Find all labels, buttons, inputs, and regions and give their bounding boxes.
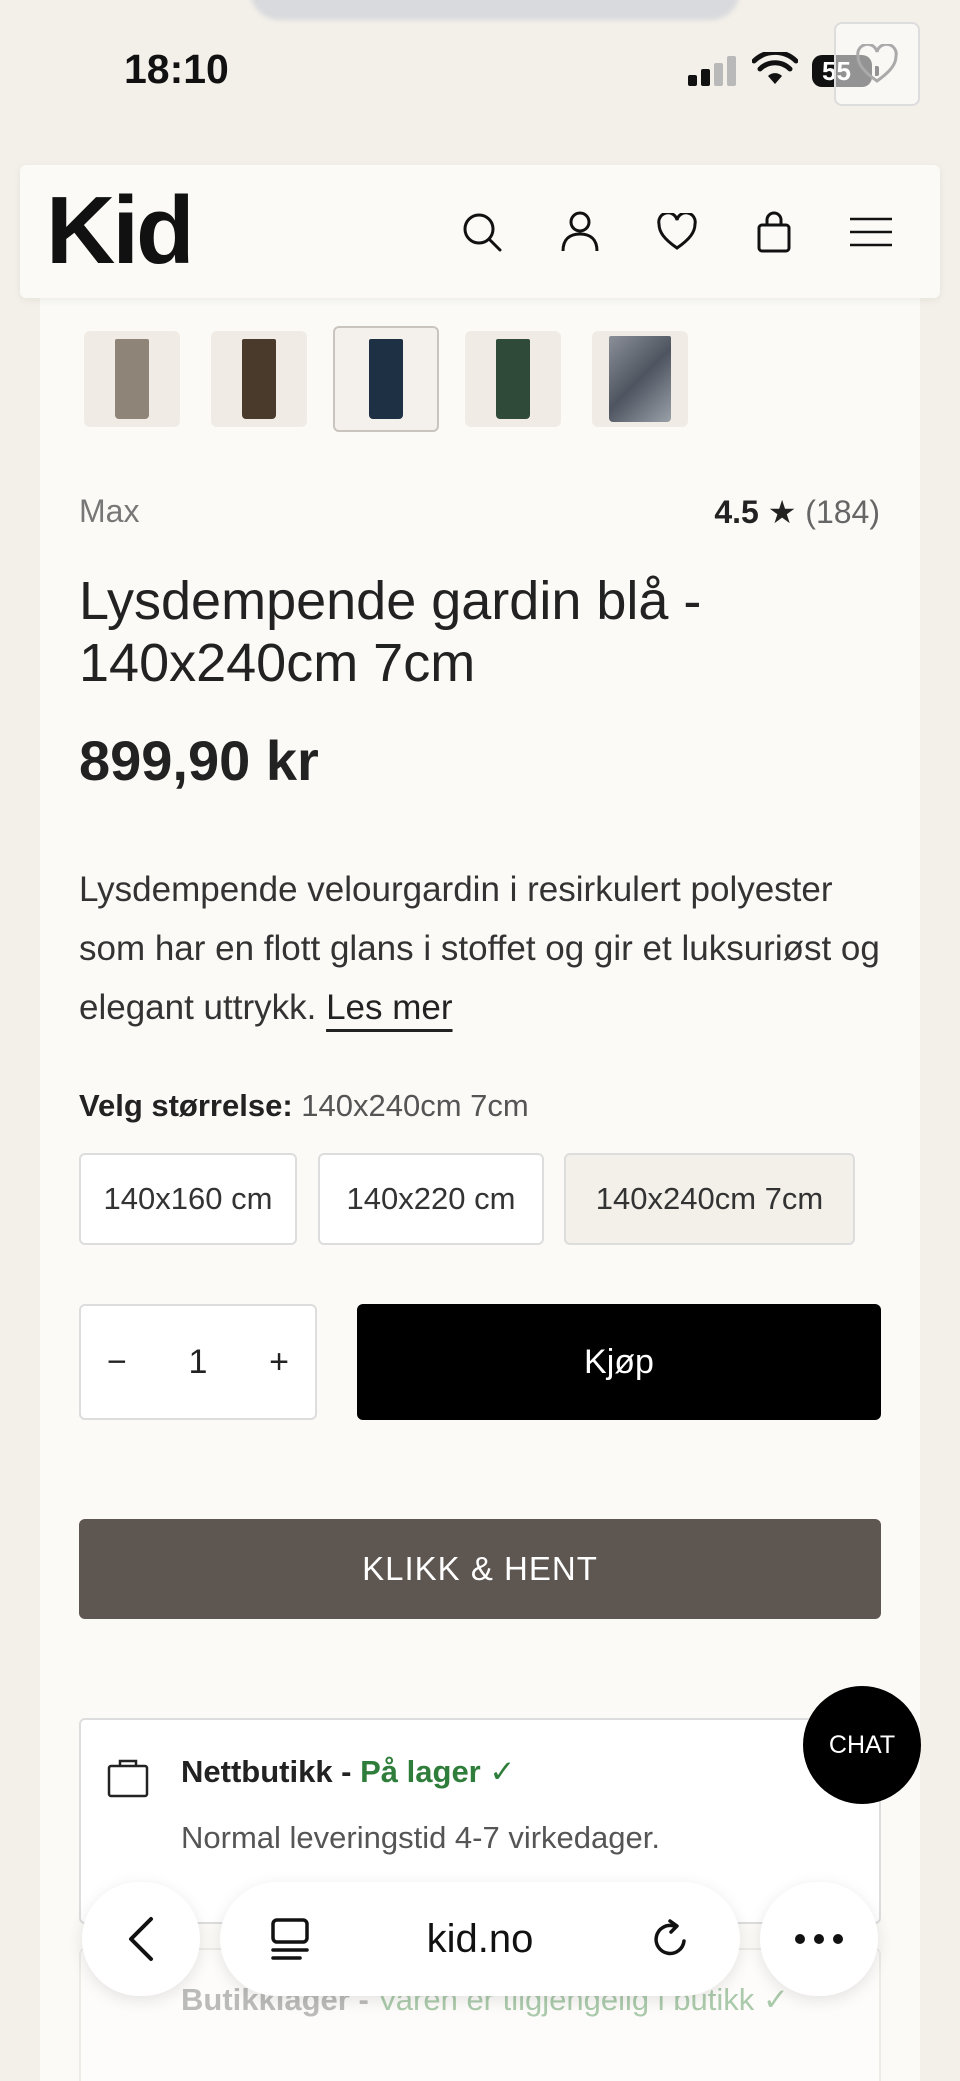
product-title: Lysdempende gardin blå - 140x240cm 7cm xyxy=(79,571,702,693)
buy-button[interactable]: Kjøp xyxy=(357,1304,881,1420)
browser-address-bar[interactable]: kid.no xyxy=(220,1882,740,1996)
account-button[interactable] xyxy=(555,207,605,257)
click-and-collect-button[interactable]: KLIKK & HENT xyxy=(79,1519,881,1619)
color-thumbnail-brown[interactable] xyxy=(211,331,307,427)
product-price: 899,90 kr xyxy=(79,729,319,792)
wifi-icon xyxy=(752,52,798,84)
reload-icon[interactable] xyxy=(650,1919,690,1959)
delivery-time-text: Normal leveringstid 4-7 virkedager. xyxy=(181,1820,660,1855)
size-option-140x220[interactable]: 140x220 cm xyxy=(318,1153,544,1245)
wishlist-button[interactable] xyxy=(652,207,702,257)
user-icon xyxy=(561,211,599,252)
background-blur xyxy=(250,0,740,20)
search-button[interactable] xyxy=(457,207,507,257)
size-label: Velg størrelse: 140x240cm 7cm xyxy=(79,1088,529,1124)
selected-size-text: 140x240cm 7cm xyxy=(301,1088,529,1123)
size-option-140x240-selected[interactable]: 140x240cm 7cm xyxy=(564,1153,855,1245)
quantity-stepper: − 1 + xyxy=(79,1304,317,1420)
status-time: 18:10 xyxy=(124,46,229,92)
heart-icon xyxy=(856,44,898,83)
online-store-label: Nettbutikk - xyxy=(181,1754,352,1789)
hamburger-menu-icon xyxy=(850,217,892,247)
url-text[interactable]: kid.no xyxy=(427,1917,534,1962)
search-icon xyxy=(463,213,502,252)
product-rating[interactable]: 4.5 ★ (184) xyxy=(714,493,880,531)
in-stock-status: På lager ✓ xyxy=(360,1754,516,1789)
color-thumbnail-green[interactable] xyxy=(465,331,561,427)
shopping-bag-icon xyxy=(757,211,791,253)
curtain-image xyxy=(369,339,403,419)
decrease-quantity-button[interactable]: − xyxy=(107,1343,127,1382)
heart-icon xyxy=(657,213,697,250)
online-stock-title: Nettbutikk - På lager ✓ xyxy=(181,1754,515,1790)
site-header: Kid xyxy=(20,165,940,298)
kid-logo[interactable]: Kid xyxy=(46,181,195,281)
curtain-image xyxy=(242,339,276,419)
increase-quantity-button[interactable]: + xyxy=(269,1343,289,1382)
browser-more-button[interactable] xyxy=(760,1882,878,1996)
chevron-left-icon xyxy=(129,1917,153,1961)
rating-value: 4.5 ★ xyxy=(714,494,797,530)
size-option-140x160[interactable]: 140x160 cm xyxy=(79,1153,297,1245)
shopping-bag-icon xyxy=(107,1759,149,1798)
curtain-image xyxy=(115,339,149,419)
color-thumbnail-blue-selected[interactable] xyxy=(333,326,439,432)
read-more-link[interactable]: Les mer xyxy=(326,988,452,1027)
color-thumbnail-beige[interactable] xyxy=(84,331,180,427)
fabric-image xyxy=(609,336,671,422)
chat-button[interactable]: CHAT xyxy=(803,1686,921,1804)
tab-overview-icon[interactable] xyxy=(270,1917,310,1961)
wishlist-overlay-button[interactable] xyxy=(834,22,920,106)
more-dots-icon xyxy=(795,1934,843,1944)
menu-button[interactable] xyxy=(846,207,896,257)
rating-count: (184) xyxy=(805,494,880,530)
size-label-text: Velg størrelse: xyxy=(79,1088,293,1123)
cellular-signal-icon xyxy=(688,56,738,86)
product-brand[interactable]: Max xyxy=(79,493,139,530)
fabric-detail-thumbnail[interactable] xyxy=(592,331,688,427)
cart-button[interactable] xyxy=(749,207,799,257)
quantity-value[interactable]: 1 xyxy=(189,1343,208,1382)
curtain-image xyxy=(496,339,530,419)
browser-back-button[interactable] xyxy=(82,1882,200,1996)
product-description: Lysdempende velourgardin i resirkulert p… xyxy=(79,860,899,1037)
description-text: Lysdempende velourgardin i resirkulert p… xyxy=(79,870,880,1027)
